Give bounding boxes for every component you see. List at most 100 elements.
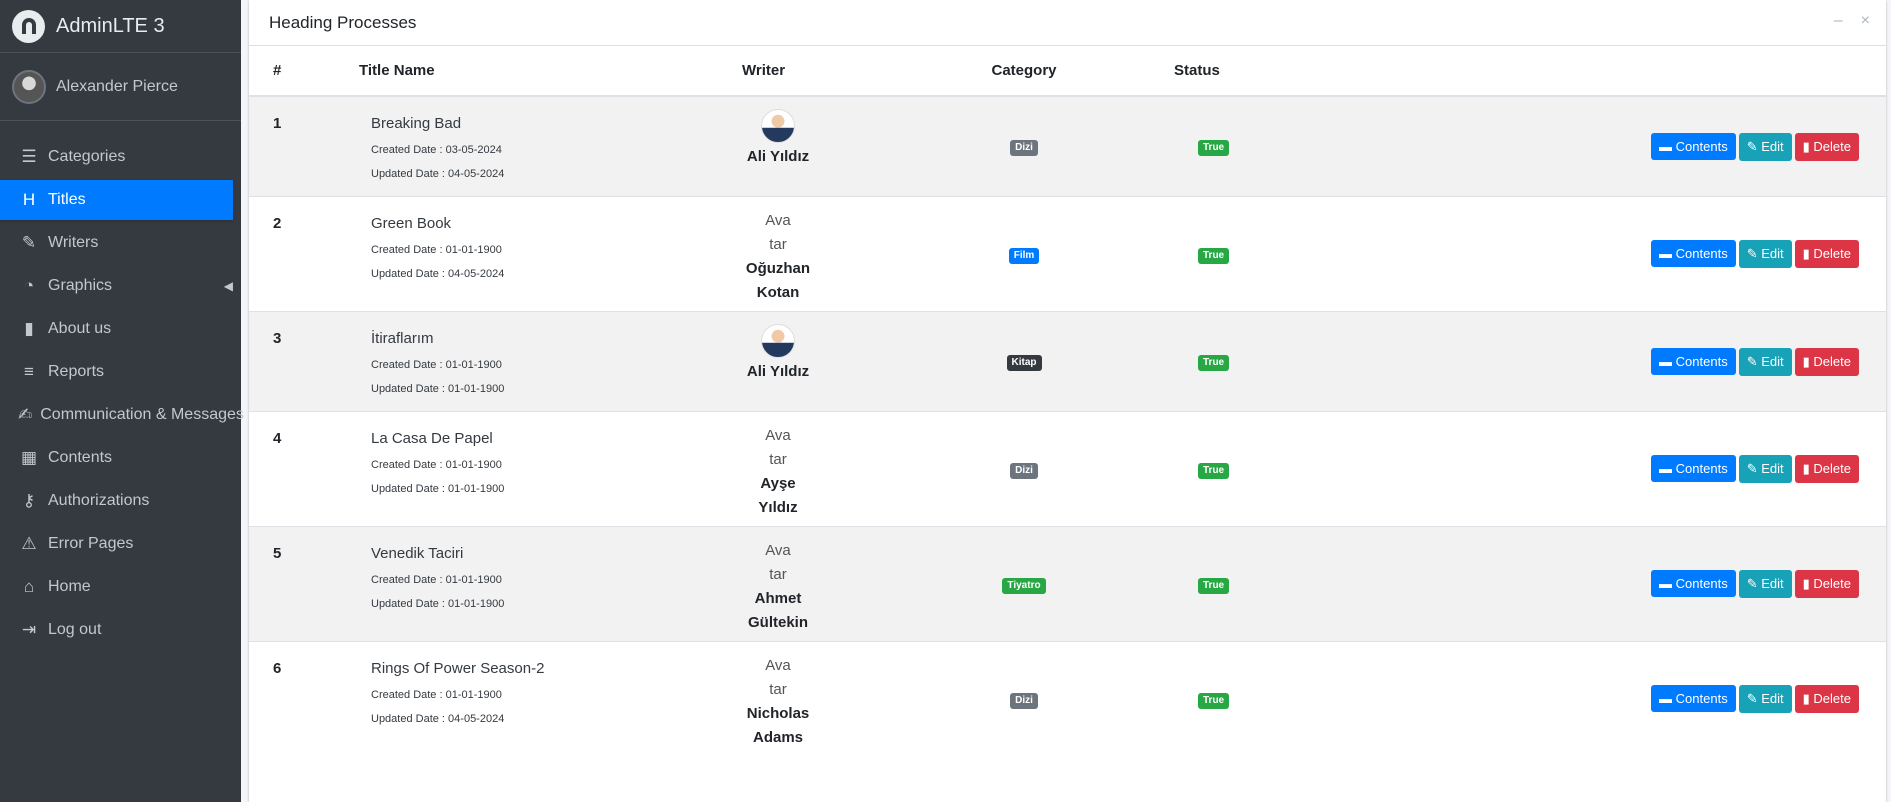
- writer-name: Ali Yıldız: [746, 148, 810, 165]
- header-number: #: [249, 46, 359, 97]
- sidebar-item-communication-messages[interactable]: ✍ Communication & Messages: [0, 395, 244, 435]
- warning-icon: ⚠: [21, 534, 37, 553]
- row-number: 3: [249, 311, 359, 412]
- actions-cell: ▬ Contents ✎ Edit ▮ Delete: [1422, 196, 1886, 312]
- row-number: 1: [249, 95, 359, 197]
- sidebar-item-home[interactable]: ⌂ Home: [0, 567, 233, 607]
- table-row: 4 La Casa De Papel Created Date : 01-01-19…: [249, 411, 1886, 527]
- updated-date: Updated Date : 01-01-1900: [371, 598, 505, 610]
- contents-button[interactable]: ▬ Contents: [1651, 132, 1736, 160]
- writer-name: Ayşe: [760, 475, 796, 492]
- created-date: Created Date : 01-01-1900: [371, 244, 502, 256]
- edit-button[interactable]: ✎ Edit: [1738, 685, 1792, 714]
- sidebar-item-titles[interactable]: H Titles: [0, 180, 233, 220]
- sidebar-nav: ☰ Categories H Titles ✎ Writers ◔ Graphics ◀ ▮ Abo…: [0, 121, 244, 650]
- heading-icon: H: [22, 190, 36, 209]
- logout-icon: ⇥: [21, 620, 37, 639]
- category-cell: Dizi: [874, 641, 1174, 757]
- updated-date: Updated Date : 04-05-2024: [371, 713, 505, 725]
- table-icon: ▦: [20, 448, 38, 467]
- writer-avatar: [761, 109, 795, 143]
- edit-button[interactable]: ✎ Edit: [1738, 570, 1792, 598]
- pie-chart-icon: ◔: [23, 276, 35, 295]
- folder-icon: ▬: [1659, 461, 1673, 476]
- chevron-left-icon[interactable]: ◀: [224, 279, 233, 293]
- minimize-icon[interactable]: –: [1834, 12, 1843, 30]
- sidebar-item-categories[interactable]: ☰ Categories: [0, 137, 233, 177]
- book-icon: ▮: [24, 319, 34, 338]
- edit-button[interactable]: ✎ Edit: [1738, 132, 1792, 161]
- title-name: Breaking Bad: [371, 115, 462, 132]
- pen-icon: ✎: [21, 233, 37, 252]
- sidebar-item-writers[interactable]: ✎ Writers: [0, 223, 233, 263]
- updated-date: Updated Date : 04-05-2024: [371, 168, 505, 180]
- edit-button[interactable]: ✎ Edit: [1738, 347, 1792, 376]
- category-cell: Tiyatro: [874, 526, 1174, 642]
- edit-button[interactable]: ✎ Edit: [1738, 240, 1792, 268]
- category-badge: Tiyatro: [1002, 577, 1046, 594]
- sidebar: AdminLTE 3 Alexander Pierce ☰ Categories H…: [0, 0, 244, 802]
- writer-cell: Ava tar Oğuzhan Kotan: [682, 196, 874, 312]
- list-icon: ☰: [21, 147, 37, 166]
- category-cell: Film: [874, 196, 1174, 312]
- trash-icon: ▮: [1802, 691, 1810, 707]
- brand-link[interactable]: AdminLTE 3: [0, 0, 241, 53]
- sidebar-item-label: Reports: [48, 363, 105, 380]
- category-cell: Kitap: [874, 311, 1174, 412]
- writer-name: Gültekin: [747, 614, 808, 631]
- delete-button[interactable]: ▮ Delete: [1794, 455, 1859, 483]
- writer-avatar-broken-image: Ava tar: [765, 542, 791, 583]
- writer-avatar-broken-image: Ava tar: [765, 427, 791, 468]
- sidebar-item-reports[interactable]: ≡ Reports: [0, 352, 233, 392]
- title-cell: Breaking Bad Created Date : 03-05-2024 Upd…: [359, 95, 682, 197]
- trash-icon: ▮: [1802, 138, 1810, 154]
- user-avatar: [12, 69, 46, 104]
- delete-button[interactable]: ▮ Delete: [1794, 132, 1859, 161]
- header-category: Category: [874, 46, 1174, 97]
- created-date: Created Date : 01-01-1900: [371, 459, 502, 471]
- category-badge: Dizi: [1010, 140, 1038, 156]
- card-tools: – ×: [1834, 12, 1870, 30]
- status-cell: True: [1174, 641, 1422, 757]
- status-cell: True: [1174, 196, 1422, 312]
- sidebar-item-error-pages[interactable]: ⚠ Error Pages: [0, 524, 233, 564]
- brand-logo-icon: [12, 9, 45, 43]
- writer-name: Ali Yıldız: [746, 363, 810, 380]
- contents-button[interactable]: ▬ Contents: [1651, 240, 1736, 267]
- created-date: Created Date : 01-01-1900: [371, 359, 502, 371]
- table-row: 6 Rings Of Power Season-2 Created Date : 0…: [249, 641, 1886, 757]
- sidebar-item-label: Log out: [48, 621, 102, 638]
- writer-name: Ahmet: [754, 590, 802, 607]
- writer-cell: Ali Yıldız: [682, 95, 874, 197]
- sidebar-item-log-out[interactable]: ⇥ Log out: [0, 610, 233, 650]
- contents-button[interactable]: ▬ Contents: [1651, 455, 1736, 482]
- actions-cell: ▬ Contents ✎ Edit ▮ Delete: [1422, 311, 1886, 412]
- close-icon[interactable]: ×: [1861, 12, 1870, 30]
- sidebar-item-about-us[interactable]: ▮ About us: [0, 309, 233, 349]
- writer-avatar-broken-image: Ava tar: [765, 212, 791, 253]
- created-date: Created Date : 01-01-1900: [371, 574, 502, 586]
- status-cell: True: [1174, 526, 1422, 642]
- status-badge: True: [1198, 692, 1230, 709]
- contents-button[interactable]: ▬ Contents: [1651, 347, 1736, 375]
- table-header-row: # Title Name Writer Category Status: [249, 46, 1886, 97]
- sidebar-item-authorizations[interactable]: ⚷ Authorizations: [0, 481, 233, 521]
- title-name: İtiraflarım: [371, 330, 434, 347]
- status-cell: True: [1174, 311, 1422, 412]
- contents-button[interactable]: ▬ Contents: [1651, 570, 1736, 597]
- sidebar-item-graphics[interactable]: ◔ Graphics ◀: [0, 266, 233, 306]
- sidebar-item-contents[interactable]: ▦ Contents: [0, 438, 233, 478]
- pencil-icon: ✎: [1746, 246, 1758, 261]
- header-writer: Writer: [682, 46, 874, 97]
- delete-button[interactable]: ▮ Delete: [1794, 347, 1859, 376]
- delete-button[interactable]: ▮ Delete: [1794, 570, 1859, 598]
- trash-icon: ▮: [1802, 576, 1810, 591]
- contents-button[interactable]: ▬ Contents: [1651, 685, 1736, 713]
- title-cell: İtiraflarım Created Date : 01-01-1900 Upda…: [359, 311, 682, 412]
- title-cell: Rings Of Power Season-2 Created Date : 01…: [359, 641, 682, 757]
- user-panel[interactable]: Alexander Pierce: [0, 53, 241, 121]
- delete-button[interactable]: ▮ Delete: [1794, 685, 1859, 714]
- sidebar-item-label: Error Pages: [48, 535, 134, 552]
- edit-button[interactable]: ✎ Edit: [1738, 455, 1792, 483]
- delete-button[interactable]: ▮ Delete: [1794, 240, 1859, 268]
